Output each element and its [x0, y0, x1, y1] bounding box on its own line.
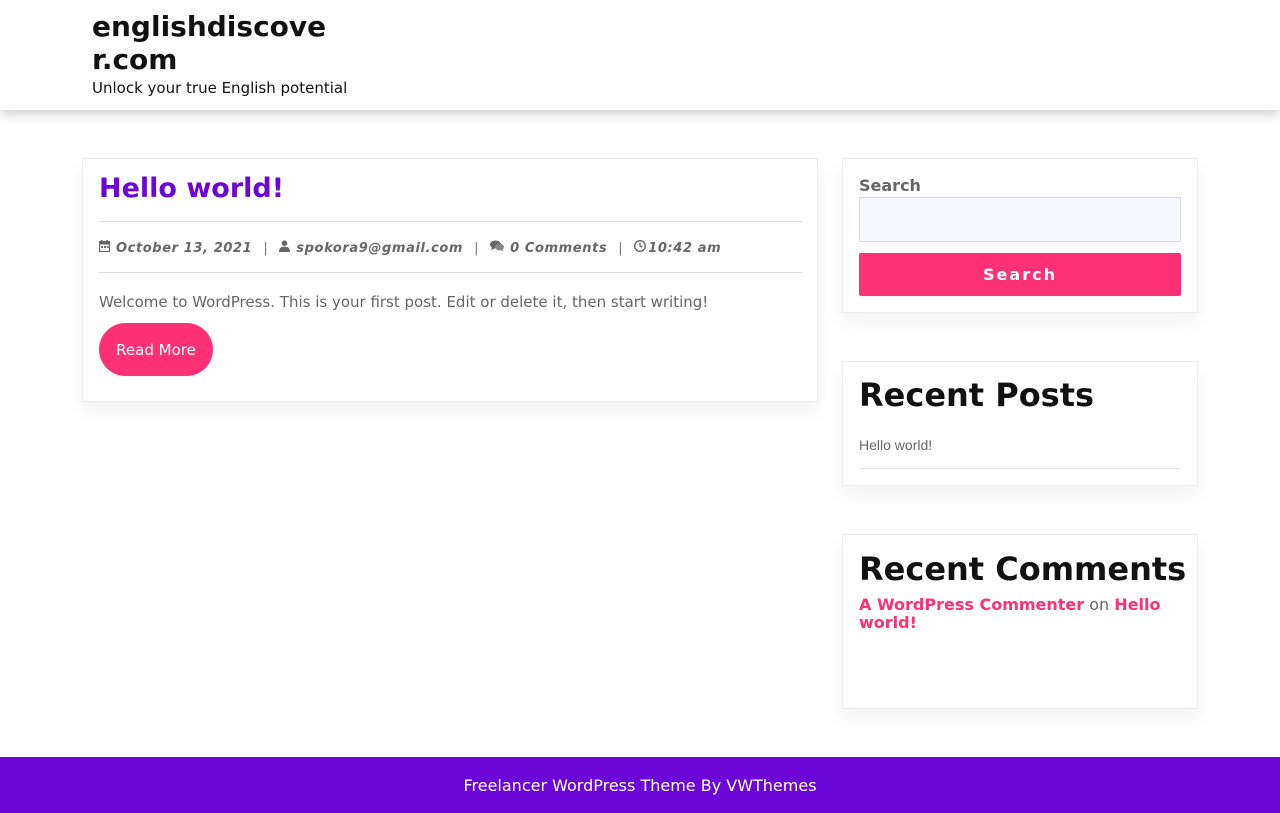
comment-on-text: on: [1089, 595, 1110, 614]
site-header: englishdiscover.com Unlock your true Eng…: [0, 0, 1280, 110]
divider: [99, 272, 802, 273]
calendar-icon: [98, 240, 111, 256]
footer-credit-link[interactable]: Freelancer WordPress Theme By VWThemes: [463, 776, 816, 795]
post-time: 10:42 am: [648, 240, 722, 256]
search-button[interactable]: Search: [859, 253, 1181, 296]
user-icon: [279, 240, 291, 256]
recent-posts-title: Recent Posts: [859, 376, 1095, 414]
comment-author-link[interactable]: A WordPress Commenter: [859, 595, 1084, 614]
meta-separator: |: [263, 240, 269, 256]
recent-comment-item: A WordPress Commenter on Hello world!: [859, 596, 1179, 632]
meta-separator: |: [474, 240, 480, 256]
post-meta: October 13, 2021 | spokora9@gmail.com | …: [98, 238, 722, 258]
site-footer: Freelancer WordPress Theme By VWThemes: [0, 757, 1280, 813]
search-widget: Search Search: [842, 158, 1198, 313]
post-author-link[interactable]: spokora9@gmail.com: [296, 241, 463, 256]
recent-post-link[interactable]: Hello world!: [859, 437, 932, 453]
recent-comments-widget: Recent Comments A WordPress Commenter on…: [842, 534, 1198, 709]
recent-posts-widget: Recent Posts Hello world!: [842, 361, 1198, 486]
post-comments-link[interactable]: 0 Comments: [510, 241, 607, 256]
post-title[interactable]: Hello world!: [99, 173, 284, 204]
site-title[interactable]: englishdiscover.com: [92, 10, 342, 76]
comments-icon: [490, 240, 505, 256]
search-label: Search: [859, 176, 921, 195]
recent-comments-title: Recent Comments: [859, 550, 1187, 588]
search-input[interactable]: [859, 197, 1181, 242]
clock-icon: [634, 239, 647, 256]
post-date-link[interactable]: October 13, 2021: [116, 241, 252, 256]
divider: [99, 221, 802, 222]
post-card: Hello world! October 13, 2021 | spokora9…: [82, 158, 818, 402]
post-excerpt: Welcome to WordPress. This is your first…: [99, 293, 709, 311]
divider: [859, 468, 1181, 469]
site-tagline: Unlock your true English potential: [92, 79, 348, 97]
meta-separator: |: [618, 240, 624, 256]
read-more-button[interactable]: Read More: [99, 323, 213, 376]
